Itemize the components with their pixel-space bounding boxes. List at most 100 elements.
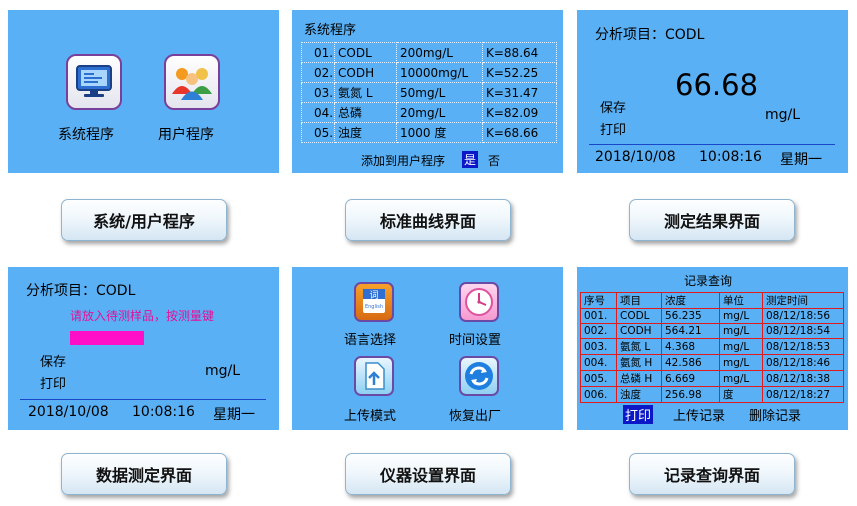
row-number: 04. — [301, 102, 335, 123]
table-cell: 08/12/18:56 — [762, 308, 844, 324]
table-cell: 4.368 — [661, 338, 720, 355]
no-option[interactable]: 否 — [488, 152, 500, 169]
monitor-icon[interactable] — [66, 54, 122, 110]
user-program-label[interactable]: 用户程序 — [158, 124, 214, 144]
upload-document-icon[interactable] — [354, 356, 394, 396]
table-row[interactable]: 05. 浊度 1000 度 K=68.66 — [301, 122, 557, 143]
table-cell: 6.669 — [661, 370, 720, 387]
table-cell: 08/12/18:38 — [762, 370, 844, 387]
item-range: 20mg/L — [396, 102, 483, 123]
factory-reset-label[interactable]: 恢复出厂 — [449, 405, 501, 424]
table-cell: 001. — [580, 308, 617, 324]
measurement-screen: 分析项目：CODL 请放入待测样品，按测量键 保存 mg/L 打印 2018/1… — [8, 267, 279, 430]
header-cell: 序号 — [580, 292, 617, 309]
result-screen: 分析项目：CODL 66.68 保存 mg/L 打印 2018/10/08 10… — [577, 10, 848, 173]
table-cell: mg/L — [719, 308, 763, 324]
table-cell: 003. — [580, 338, 617, 355]
table-row[interactable]: 005. 总磷 H 6.669 mg/L 08/12/18:38 — [580, 370, 844, 387]
dictionary-icon[interactable]: 词 English — [354, 282, 394, 322]
unit-label: mg/L — [205, 363, 241, 379]
caption-result: 测定结果界面 — [629, 199, 795, 241]
divider — [589, 144, 835, 145]
table-cell: 006. — [580, 386, 617, 403]
table-cell: 08/12/18:46 — [762, 354, 844, 371]
table-row[interactable]: 02. CODH 10000mg/L K=52.25 — [301, 62, 557, 83]
table-cell: 004. — [580, 354, 617, 371]
print-option[interactable]: 打印 — [40, 373, 66, 392]
clock-icon[interactable] — [459, 282, 499, 322]
users-icon[interactable] — [164, 54, 220, 110]
table-cell: mg/L — [719, 370, 763, 387]
insert-sample-prompt: 请放入待测样品，按测量键 — [70, 309, 215, 323]
table-row[interactable]: 004. 氨氮 H 42.586 mg/L 08/12/18:46 — [580, 354, 844, 371]
save-option[interactable]: 保存 — [600, 97, 626, 116]
upload-mode-label[interactable]: 上传模式 — [344, 405, 396, 424]
header-cell: 测定时间 — [762, 292, 844, 309]
table-cell: CODH — [616, 323, 662, 339]
yes-option[interactable]: 是 — [462, 151, 479, 168]
divider — [20, 399, 266, 400]
table-row[interactable]: 001. CODL 56.235 mg/L 08/12/18:56 — [580, 308, 844, 324]
record-table: 序号 项目 浓度 单位 测定时间 001. CODL 56.235 mg/L 0… — [580, 292, 844, 403]
table-row[interactable]: 04. 总磷 20mg/L K=82.09 — [301, 102, 557, 123]
table-row[interactable]: 006. 浊度 256.98 度 08/12/18:27 — [580, 386, 844, 403]
table-cell: 564.21 — [661, 323, 720, 339]
time-display: 10:08:16 — [132, 404, 195, 420]
upload-records-button[interactable]: 上传记录 — [673, 405, 725, 424]
dictionary-icon-glyph: 词 — [369, 290, 378, 301]
table-header-row: 序号 项目 浓度 单位 测定时间 — [580, 292, 844, 309]
table-row[interactable]: 002. CODH 564.21 mg/L 08/12/18:54 — [580, 323, 844, 339]
table-row[interactable]: 003. 氨氮 L 4.368 mg/L 08/12/18:53 — [580, 338, 844, 355]
analysis-item-label: 分析项目：CODL — [595, 27, 705, 43]
analysis-item-label: 分析项目：CODL — [26, 283, 136, 299]
result-value: 66.68 — [675, 68, 759, 102]
row-number: 03. — [301, 82, 335, 103]
settings-screen: 词 English 语言选择 时间设置 上传模式 恢复出厂 — [292, 267, 563, 430]
caption-record-query: 记录查询界面 — [629, 453, 795, 495]
caption-system-user-program: 系统/用户程序 — [61, 199, 227, 241]
screen-title: 记录查询 — [684, 274, 733, 288]
row-number: 05. — [301, 122, 335, 143]
language-select-label[interactable]: 语言选择 — [344, 329, 396, 348]
date-display: 2018/10/08 — [28, 404, 109, 420]
unit-label: mg/L — [765, 107, 801, 123]
table-row[interactable]: 03. 氨氮 L 50mg/L K=31.47 — [301, 82, 557, 103]
caption-instrument-settings: 仪器设置界面 — [345, 453, 511, 495]
time-setting-label[interactable]: 时间设置 — [449, 329, 501, 348]
delete-records-button[interactable]: 删除记录 — [749, 405, 801, 424]
k-value: K=82.09 — [482, 102, 557, 123]
item-range: 200mg/L — [396, 42, 483, 63]
item-name: CODH — [334, 62, 397, 83]
k-value: K=68.66 — [482, 122, 557, 143]
save-option[interactable]: 保存 — [40, 351, 66, 370]
table-cell: mg/L — [719, 338, 763, 355]
item-range: 1000 度 — [396, 122, 483, 143]
refresh-icon[interactable] — [459, 356, 499, 396]
table-cell: 08/12/18:54 — [762, 323, 844, 339]
k-value: K=31.47 — [482, 82, 557, 103]
print-option[interactable]: 打印 — [600, 119, 626, 138]
weekday-display: 星期一 — [213, 407, 255, 423]
item-range: 10000mg/L — [396, 62, 483, 83]
time-display: 10:08:16 — [699, 149, 762, 165]
item-name: 氨氮 L — [334, 82, 397, 103]
print-button[interactable]: 打印 — [623, 405, 654, 424]
table-cell: 08/12/18:53 — [762, 338, 844, 355]
table-row[interactable]: 01. CODL 200mg/L K=88.64 — [301, 42, 557, 63]
table-cell: mg/L — [719, 323, 763, 339]
system-program-label[interactable]: 系统程序 — [58, 124, 114, 144]
table-cell: CODL — [616, 308, 662, 324]
record-query-screen: 记录查询 序号 项目 浓度 单位 测定时间 001. CODL 56.235 m… — [577, 267, 848, 430]
table-cell: 氨氮 H — [616, 354, 662, 371]
table-cell: 002. — [580, 323, 617, 339]
table-cell: mg/L — [719, 354, 763, 371]
date-display: 2018/10/08 — [595, 149, 676, 165]
screen-title: 系统程序 — [304, 23, 357, 38]
item-name: 总磷 — [334, 102, 397, 123]
item-range: 50mg/L — [396, 82, 483, 103]
table-cell: 氨氮 L — [616, 338, 662, 355]
table-cell: 56.235 — [661, 308, 720, 324]
table-cell: 浊度 — [616, 386, 662, 403]
dictionary-icon-caption: English — [365, 304, 383, 310]
k-value: K=88.64 — [482, 42, 557, 63]
